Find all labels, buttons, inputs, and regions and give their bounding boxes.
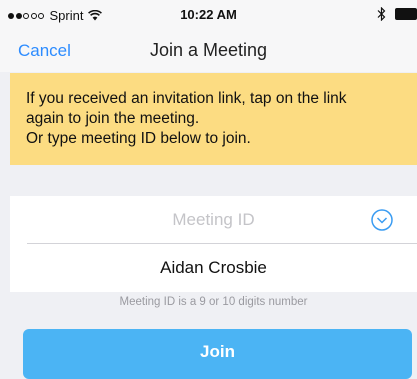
join-form bbox=[10, 196, 417, 292]
battery-icon bbox=[395, 8, 417, 20]
status-bar: Sprint 10:22 AM bbox=[0, 0, 417, 30]
banner-line: If you received an invitation link, tap … bbox=[26, 90, 347, 107]
invitation-banner: If you received an invitation link, tap … bbox=[10, 73, 417, 165]
bluetooth-icon bbox=[377, 7, 386, 21]
join-button[interactable]: Join bbox=[23, 329, 412, 379]
nav-bar: Cancel Join a Meeting bbox=[0, 30, 417, 72]
meeting-id-row bbox=[10, 196, 417, 243]
name-input[interactable] bbox=[10, 244, 417, 292]
status-right bbox=[377, 7, 417, 21]
meeting-id-input[interactable] bbox=[10, 196, 417, 243]
chevron-down-circle-icon[interactable] bbox=[371, 209, 393, 231]
banner-line: Or type meeting ID below to join. bbox=[26, 130, 251, 147]
page-title: Join a Meeting bbox=[149, 40, 268, 60]
banner-line: again to join the meeting. bbox=[26, 110, 200, 127]
status-time: 10:22 AM bbox=[180, 7, 237, 22]
meeting-id-hint: Meeting ID is a 9 or 10 digits number bbox=[119, 296, 308, 308]
